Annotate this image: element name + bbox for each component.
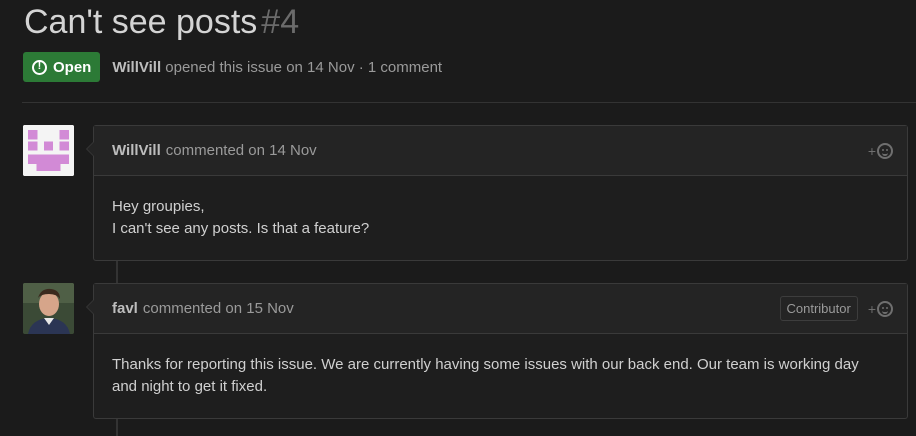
comment-header: favl commented on 15 Nov Contributor + [94,284,907,334]
issue-number: #4 [261,3,300,41]
comment-body: Thanks for reporting this issue. We are … [94,334,907,398]
issue-open-icon [32,59,47,75]
issue-title-row: Can't see posts #4 [24,0,299,44]
plus-icon: + [867,300,876,317]
status-badge: Open [23,52,101,82]
timeline-line [116,416,118,436]
issue-author-link[interactable]: WillVill [112,59,161,76]
status-label: Open [53,58,92,76]
issue-meta-text: WillVill opened this issue on 14 Nov · 1… [112,59,442,76]
comment-header: WillVill commented on 14 Nov + [94,126,907,176]
issue-title: Can't see posts [24,3,258,41]
contributor-badge: Contributor [779,296,858,321]
add-reaction-button[interactable]: + [867,142,893,159]
add-reaction-button[interactable]: + [867,300,893,317]
comment-card: WillVill commented on 14 Nov + Hey group… [86,125,908,261]
user-photo-avatar [23,283,74,334]
avatar-favl[interactable] [23,283,74,334]
divider [22,102,916,103]
smiley-icon [877,142,893,159]
comment-author-link[interactable]: WillVill [112,142,161,159]
comment-text: Thanks for reporting this issue. We are … [112,356,859,395]
comment-text: Hey groupies, [112,198,205,215]
issue-meta-detail: opened this issue on 14 Nov · 1 comment [165,58,443,76]
identicon-avatar [23,125,74,176]
comment-author-link[interactable]: favl [112,300,138,317]
comment-text: I can't see any posts. Is that a feature… [112,220,370,237]
comment-body: Hey groupies, I can't see any posts. Is … [94,176,907,240]
issue-meta: Open WillVill opened this issue on 14 No… [23,52,442,82]
smiley-icon [877,300,893,317]
timeline-line [116,258,118,286]
plus-icon: + [867,142,876,159]
comment-timestamp[interactable]: commented on 14 Nov [166,142,317,159]
comment-timestamp[interactable]: commented on 15 Nov [143,300,294,317]
avatar-willvill[interactable] [23,125,74,176]
comment-card: favl commented on 15 Nov Contributor + T… [86,283,908,419]
